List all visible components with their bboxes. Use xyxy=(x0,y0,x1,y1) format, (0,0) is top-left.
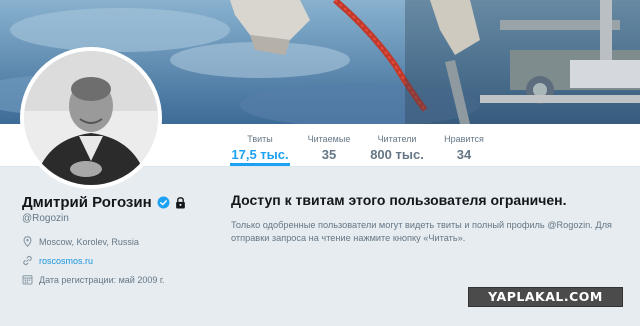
location-pin-icon xyxy=(23,236,32,247)
watermark-logo: YAPLAKAL.COM xyxy=(468,287,623,307)
joined-text: Дата регистрации: май 2009 г. xyxy=(39,274,165,285)
calendar-icon xyxy=(22,275,33,285)
tab-likes-count: 34 xyxy=(456,147,472,162)
profile-joined: Дата регистрации: май 2009 г. xyxy=(22,274,165,285)
verified-badge-icon xyxy=(157,196,170,209)
profile-website[interactable]: roscosmos.ru xyxy=(22,255,93,266)
avatar[interactable] xyxy=(20,47,162,189)
profile-name-text: Дмитрий Рогозин xyxy=(22,194,152,211)
tab-followers-count: 800 тыс. xyxy=(370,147,424,162)
avatar-photo xyxy=(24,51,158,185)
website-link[interactable]: roscosmos.ru xyxy=(39,256,93,266)
tab-following-count: 35 xyxy=(321,147,337,162)
tab-tweets[interactable]: Твиты 17,5 тыс. xyxy=(230,124,290,166)
tab-tweets-count: 17,5 тыс. xyxy=(231,147,289,162)
tab-followers-label: Читатели xyxy=(377,134,417,144)
profile-name: Дмитрий Рогозин xyxy=(22,194,186,211)
tab-followers[interactable]: Читатели 800 тыс. xyxy=(368,124,426,166)
protected-notice-title: Доступ к твитам этого пользователя огран… xyxy=(231,192,567,208)
profile-location: Moscow, Korolev, Russia xyxy=(22,236,139,247)
location-text: Moscow, Korolev, Russia xyxy=(39,236,139,247)
link-icon xyxy=(23,255,32,266)
tab-following[interactable]: Читаемые 35 xyxy=(302,124,356,166)
tab-likes-label: Нравится xyxy=(444,134,484,144)
protected-notice-text: Только одобренные пользователи могут вид… xyxy=(231,220,612,243)
profile-handle[interactable]: @Rogozin xyxy=(22,213,69,224)
tab-tweets-label: Твиты xyxy=(247,134,273,144)
tab-following-label: Читаемые xyxy=(307,134,351,144)
tab-likes[interactable]: Нравится 34 xyxy=(440,124,488,166)
lock-icon xyxy=(175,196,185,208)
